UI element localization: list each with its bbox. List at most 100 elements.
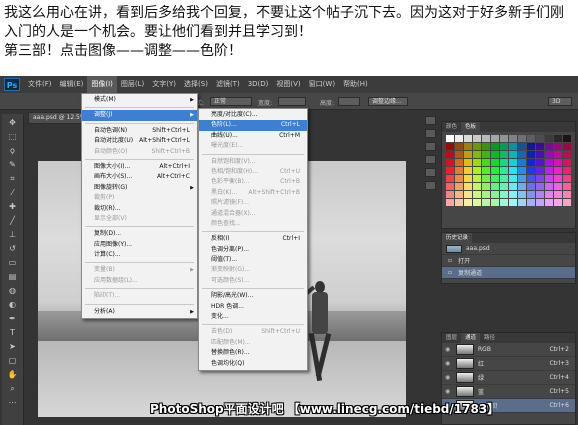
color-swatch[interactable] <box>491 191 499 198</box>
color-swatch[interactable] <box>473 135 481 142</box>
adjust_menu-item[interactable]: 替换颜色(R)... <box>199 348 307 358</box>
color-swatch[interactable] <box>527 143 535 150</box>
color-swatch[interactable] <box>518 167 526 174</box>
menu-0[interactable]: 文件(F) <box>24 76 56 93</box>
color-swatch[interactable] <box>518 191 526 198</box>
color-swatch[interactable] <box>545 159 553 166</box>
color-swatch[interactable] <box>527 191 535 198</box>
healing-tool-icon[interactable]: ✚ <box>6 201 20 212</box>
color-swatch[interactable] <box>545 135 553 142</box>
image_menu-item[interactable]: 自动颜色(O) Shift+Ctrl+B <box>82 147 197 157</box>
color-swatch[interactable] <box>446 199 454 206</box>
color-swatch[interactable] <box>554 183 562 190</box>
color-swatch[interactable] <box>473 159 481 166</box>
color-swatch[interactable] <box>554 151 562 158</box>
color-swatch[interactable] <box>563 199 571 206</box>
panel-tab[interactable]: 颜色 <box>442 122 461 132</box>
panel-tab[interactable]: 图层 <box>442 333 461 343</box>
adjust_menu-item[interactable]: 阈值(T)... <box>199 255 307 265</box>
adjust_menu-item[interactable]: 曲线(U)... Ctrl+M <box>199 131 307 141</box>
color-swatch[interactable] <box>482 167 490 174</box>
adjust_menu-item[interactable]: 自然饱和度(V)... <box>199 157 307 167</box>
height-input[interactable] <box>338 97 360 106</box>
color-swatch[interactable] <box>563 191 571 198</box>
color-swatch[interactable] <box>563 159 571 166</box>
color-swatch[interactable] <box>509 175 517 182</box>
color-swatch[interactable] <box>464 143 472 150</box>
color-swatch[interactable] <box>518 183 526 190</box>
style-select[interactable]: 正常 <box>210 97 252 106</box>
color-swatch[interactable] <box>455 151 463 158</box>
color-swatch[interactable] <box>509 183 517 190</box>
color-swatch[interactable] <box>554 143 562 150</box>
color-swatch[interactable] <box>464 135 472 142</box>
adjust_menu-item[interactable]: 曝光度(E)... <box>199 141 307 151</box>
color-swatch[interactable] <box>464 167 472 174</box>
brush-tool-icon[interactable]: ╱ <box>6 215 20 226</box>
image_menu-item[interactable]: 画布大小(S)... Alt+Ctrl+C <box>82 172 197 182</box>
visibility-eye-icon[interactable]: ◉ <box>445 346 453 353</box>
panel-tab[interactable]: 路径 <box>480 333 499 343</box>
panel-icon[interactable] <box>425 181 436 190</box>
adjust_menu-item[interactable]: 去色(D) Shift+Ctrl+U <box>199 327 307 337</box>
color-swatch[interactable] <box>446 191 454 198</box>
adjust_menu-item[interactable]: 色相/饱和度(H)... Ctrl+U <box>199 167 307 177</box>
color-swatch[interactable] <box>464 151 472 158</box>
color-swatch[interactable] <box>491 183 499 190</box>
channel-row[interactable]: ◉ 绿 Ctrl+4 <box>442 371 575 385</box>
color-swatch[interactable] <box>509 151 517 158</box>
type-tool-icon[interactable]: T <box>6 327 20 338</box>
color-swatch[interactable] <box>473 191 481 198</box>
channel-row[interactable]: ◉ 蓝 Ctrl+5 <box>442 385 575 399</box>
adjust_menu-item[interactable]: 色调均化(Q) <box>199 359 307 369</box>
color-swatch[interactable] <box>518 175 526 182</box>
crop-tool-icon[interactable]: ⌗ <box>6 173 20 184</box>
zoom-tool-icon[interactable]: ⌕ <box>6 383 20 394</box>
adjust_menu-item[interactable]: 色阶(L)... Ctrl+L <box>199 120 307 131</box>
color-swatch[interactable] <box>545 151 553 158</box>
color-swatch[interactable] <box>545 167 553 174</box>
color-swatch[interactable] <box>446 175 454 182</box>
panel-icon[interactable] <box>425 142 436 151</box>
image_menu-item[interactable]: 调整(J) ▶ <box>82 110 197 121</box>
color-swatch[interactable] <box>464 183 472 190</box>
color-swatch[interactable] <box>473 183 481 190</box>
color-swatch[interactable] <box>536 191 544 198</box>
menu-9[interactable]: 窗口(W) <box>305 76 339 93</box>
lasso-tool-icon[interactable]: ϙ <box>6 145 20 156</box>
color-swatch[interactable] <box>527 135 535 142</box>
eraser-tool-icon[interactable]: ▭ <box>6 257 20 268</box>
visibility-eye-icon[interactable]: ◉ <box>445 360 453 367</box>
shape-tool-icon[interactable]: ▢ <box>6 355 20 366</box>
move-tool-icon[interactable]: ✥ <box>6 117 20 128</box>
color-swatch[interactable] <box>482 191 490 198</box>
more-tools-icon[interactable]: ⋯ <box>6 397 20 408</box>
panel-icon[interactable] <box>425 168 436 177</box>
adjust_menu-item[interactable]: 通道混合器(X)... <box>199 209 307 219</box>
color-swatch[interactable] <box>536 143 544 150</box>
blur-tool-icon[interactable]: ◍ <box>6 285 20 296</box>
path-select-tool-icon[interactable]: ➤ <box>6 341 20 352</box>
color-swatch[interactable] <box>500 151 508 158</box>
menu-7[interactable]: 3D(D) <box>244 76 273 93</box>
menu-3[interactable]: 图层(L) <box>117 76 148 93</box>
color-swatch[interactable] <box>500 191 508 198</box>
menu-6[interactable]: 滤镜(T) <box>212 76 244 93</box>
color-swatch[interactable] <box>527 159 535 166</box>
color-swatch[interactable] <box>563 175 571 182</box>
adjust_menu-item[interactable]: 黑白(K)... Alt+Shift+Ctrl+B <box>199 188 307 198</box>
color-swatch[interactable] <box>491 143 499 150</box>
image_menu-item[interactable]: 图像旋转(G) ▶ <box>82 183 197 193</box>
adjust_menu-item[interactable]: 色彩平衡(B)... Ctrl+B <box>199 177 307 187</box>
adjust_menu-item[interactable]: 可选颜色(S)... <box>199 276 307 286</box>
color-swatch[interactable] <box>536 159 544 166</box>
history-item[interactable]: ▫ 复制通道 <box>442 267 575 279</box>
adjust_menu-item[interactable]: 渐变映射(G)... <box>199 265 307 275</box>
image_menu-item[interactable]: 变量(B) ▶ <box>82 265 197 275</box>
color-swatch[interactable] <box>473 175 481 182</box>
adjust_menu-item[interactable]: 反相(I) Ctrl+I <box>199 234 307 244</box>
adjust_menu-item[interactable]: 照片滤镜(F)... <box>199 198 307 208</box>
hand-tool-icon[interactable]: ✋ <box>6 369 20 380</box>
color-swatch[interactable] <box>527 175 535 182</box>
color-swatch[interactable] <box>491 159 499 166</box>
